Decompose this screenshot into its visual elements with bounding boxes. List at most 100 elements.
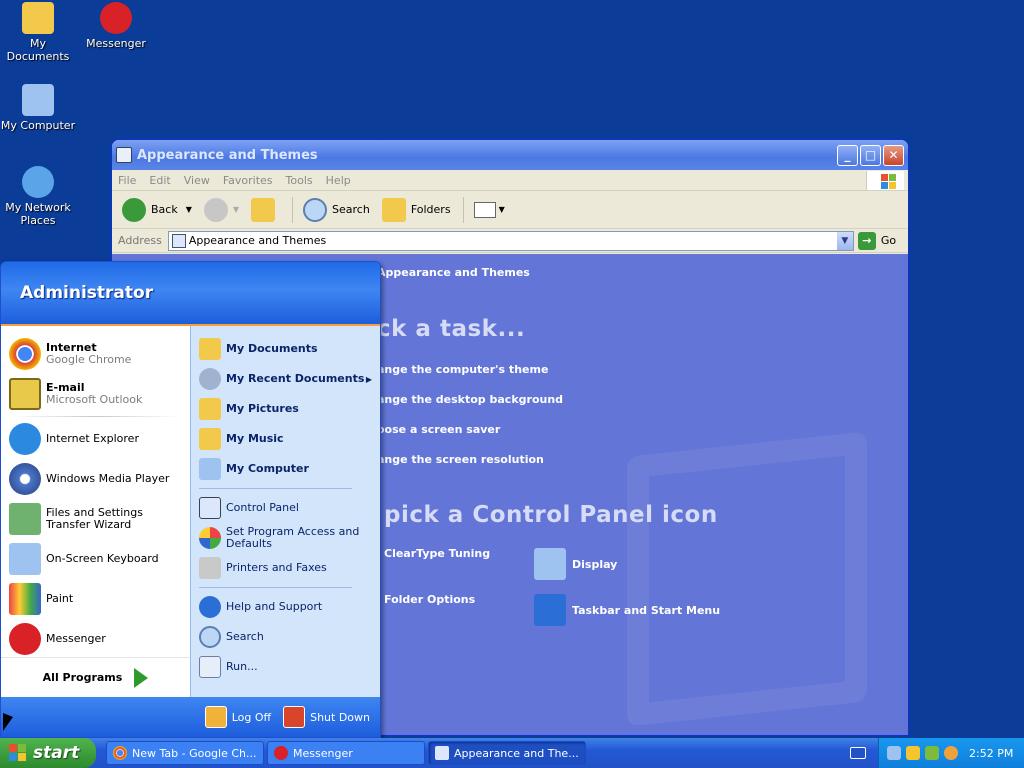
category-title: Appearance and Themes	[377, 266, 530, 279]
power-icon	[283, 706, 306, 728]
menu-file[interactable]: File	[118, 174, 136, 187]
search-icon	[199, 626, 221, 648]
system-tray: 2:52 PM	[878, 738, 1024, 768]
menu-tools[interactable]: Tools	[286, 174, 313, 187]
chrome-icon	[113, 746, 127, 760]
help-label: Help and Support	[226, 600, 323, 613]
recent-label: Messenger	[46, 632, 106, 645]
desktop-icon-my-computer[interactable]: My Computer	[0, 84, 76, 132]
address-field[interactable]: Appearance and Themes ▼	[167, 230, 854, 251]
network-places-icon	[22, 166, 54, 198]
menu-edit[interactable]: Edit	[149, 174, 170, 187]
place-my-computer[interactable]: My Computer	[191, 454, 380, 484]
log-off-button[interactable]: Log Off	[204, 706, 272, 728]
place-label: My Recent Documents	[226, 372, 365, 385]
desktop-icon-my-documents[interactable]: My Documents	[0, 2, 76, 63]
pinned-email[interactable]: E-mail Microsoft Outlook	[1, 374, 190, 414]
recent-internet-explorer[interactable]: Internet Explorer	[1, 419, 190, 459]
place-recent-documents[interactable]: My Recent Documents ▶	[191, 364, 380, 394]
place-my-pictures[interactable]: My Pictures	[191, 394, 380, 424]
security-shield-icon[interactable]	[906, 746, 920, 760]
recent-on-screen-keyboard[interactable]: On-Screen Keyboard	[1, 539, 190, 579]
setting-control-panel[interactable]: Control Panel	[191, 493, 380, 523]
recent-messenger[interactable]: Messenger	[1, 619, 190, 659]
address-value: Appearance and Themes	[188, 234, 327, 247]
help-and-support[interactable]: Help and Support	[191, 592, 380, 622]
pinned-internet[interactable]: Internet Google Chrome	[1, 334, 190, 374]
menu-help[interactable]: Help	[326, 174, 351, 187]
log-off-icon	[204, 706, 227, 728]
keyboard-layout-icon[interactable]	[850, 747, 866, 759]
title-bar[interactable]: Appearance and Themes _ □ ✕	[112, 140, 908, 170]
shut-down-label: Shut Down	[310, 710, 370, 724]
task-button-chrome[interactable]: New Tab - Google Ch...	[106, 741, 264, 765]
task-button-messenger[interactable]: Messenger	[267, 741, 425, 765]
my-pictures-icon	[199, 398, 221, 420]
start-menu-footer: Log Off Shut Down	[1, 697, 380, 737]
setting-program-access[interactable]: Set Program Access and Defaults	[191, 523, 380, 553]
task-link-background[interactable]: ange the desktop background	[377, 393, 563, 406]
cp-item-cleartype[interactable]: ClearType Tuning	[384, 547, 490, 560]
shut-down-button[interactable]: Shut Down	[283, 706, 370, 728]
search-label: Search	[332, 203, 370, 216]
folders-button[interactable]: Folders	[381, 197, 451, 222]
recent-label: Windows Media Player	[46, 472, 170, 485]
desktop-icon-messenger[interactable]: Messenger	[78, 2, 154, 50]
cp-item-label: Display	[572, 557, 618, 571]
menu-separator	[199, 488, 352, 489]
minimize-button[interactable]: _	[837, 144, 858, 166]
cp-item-label: ClearType Tuning	[384, 547, 491, 560]
run-item[interactable]: Run...	[191, 652, 380, 682]
search-button[interactable]: Search	[303, 197, 370, 222]
cp-item-folder-options[interactable]: Folder Options	[384, 593, 475, 606]
menu-view[interactable]: View	[184, 174, 210, 187]
windows-logo-icon	[9, 744, 27, 762]
recent-paint[interactable]: Paint	[1, 579, 190, 619]
setting-label: Control Panel	[226, 501, 299, 514]
task-label: Messenger	[293, 746, 353, 760]
folders-icon	[381, 197, 406, 222]
place-my-documents[interactable]: My Documents	[191, 334, 380, 364]
search-tray-icon[interactable]	[944, 746, 958, 760]
clock[interactable]: 2:52 PM	[969, 747, 1013, 760]
start-button[interactable]: start	[0, 738, 96, 768]
desktop-icon-label: My Documents	[6, 37, 70, 63]
search-item[interactable]: Search	[191, 622, 380, 652]
desktop-icon-label: My Computer	[0, 119, 76, 132]
close-button[interactable]: ✕	[883, 144, 904, 166]
forward-button[interactable]: ▼	[203, 197, 239, 222]
update-tray-icon[interactable]	[925, 746, 939, 760]
log-off-label: Log Off	[231, 710, 272, 724]
paint-icon	[9, 583, 41, 615]
cp-item-display[interactable]: Display	[534, 548, 617, 580]
messenger-icon	[100, 2, 132, 34]
recent-media-player[interactable]: Windows Media Player	[1, 459, 190, 499]
help-icon	[199, 596, 221, 618]
place-my-music[interactable]: My Music	[191, 424, 380, 454]
toolbar-separator	[462, 196, 464, 223]
task-link-resolution[interactable]: ange the screen resolution	[377, 453, 544, 466]
cp-item-taskbar[interactable]: Taskbar and Start Menu	[534, 594, 720, 626]
all-programs-label: All Programs	[42, 671, 123, 684]
run-icon	[199, 656, 221, 678]
task-button-appearance[interactable]: Appearance and The...	[428, 741, 586, 765]
recent-transfer-wizard[interactable]: Files and Settings Transfer Wizard	[1, 499, 190, 539]
task-link-theme[interactable]: ange the computer's theme	[377, 363, 548, 376]
views-button[interactable]: ▼	[473, 201, 505, 218]
recent-label: On-Screen Keyboard	[46, 552, 159, 565]
setting-printers[interactable]: Printers and Faxes	[191, 553, 380, 583]
all-programs-button[interactable]: All Programs	[1, 657, 190, 697]
address-bar: Address Appearance and Themes ▼ → Go	[112, 229, 908, 253]
back-button[interactable]: Back ▼	[122, 197, 192, 222]
chevron-down-icon: ▼	[185, 205, 192, 214]
control-panel-icon	[435, 746, 449, 760]
address-dropdown-icon[interactable]: ▼	[836, 231, 853, 250]
maximize-button[interactable]: □	[860, 144, 881, 166]
up-folder-button[interactable]	[251, 197, 280, 222]
go-button[interactable]: → Go	[857, 231, 896, 250]
printer-icon	[199, 557, 221, 579]
menu-favorites[interactable]: Favorites	[223, 174, 273, 187]
desktop-icon-network-places[interactable]: My Network Places	[0, 166, 76, 227]
network-tray-icon[interactable]	[887, 746, 901, 760]
task-link-screensaver[interactable]: oose a screen saver	[377, 423, 500, 436]
